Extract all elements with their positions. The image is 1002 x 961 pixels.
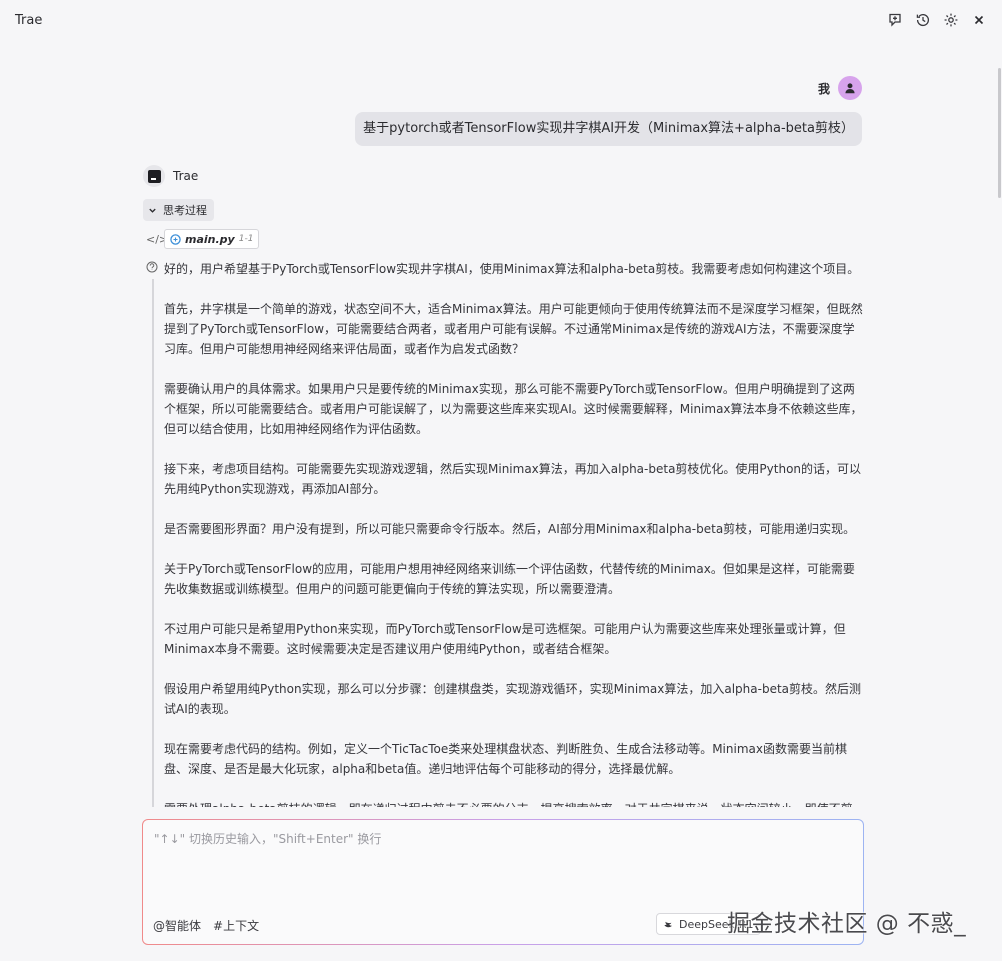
reasoning-text: 好的，用户希望基于PyTorch或TensorFlow实现井字棋AI，使用Min… <box>164 259 864 807</box>
reasoning-paragraph: 好的，用户希望基于PyTorch或TensorFlow实现井字棋AI，使用Min… <box>164 262 860 276</box>
close-icon[interactable] <box>970 11 988 29</box>
assistant-name: Trae <box>173 169 199 183</box>
file-reference-row: </> main.py 1-1 <box>146 229 260 249</box>
user-message-header: 我 <box>818 76 862 100</box>
chat-scrollbar[interactable] <box>996 42 1002 802</box>
app-title: Trae <box>15 13 43 28</box>
add-chat-icon[interactable] <box>886 11 904 29</box>
composer-actions: @智能体 #上下文 <box>153 917 259 934</box>
deepseek-icon <box>664 921 673 927</box>
user-message-bubble: 基于pytorch或者TensorFlow实现井字棋AI开发（Minimax算法… <box>355 112 862 146</box>
assistant-header: Trae <box>143 165 198 187</box>
chat-input[interactable] <box>152 828 856 902</box>
settings-icon[interactable] <box>942 11 960 29</box>
title-bar: Trae <box>0 0 1002 42</box>
assistant-avatar <box>143 165 165 187</box>
user-name: 我 <box>817 81 830 96</box>
reasoning-paragraph: 接下来，考虑项目结构。可能需要先实现游戏逻辑，然后实现Minimax算法，再加入… <box>164 462 862 496</box>
file-name: main.py <box>185 232 235 246</box>
user-icon <box>845 83 855 94</box>
user-avatar <box>838 76 862 100</box>
thinking-label: 思考过程 <box>163 204 207 217</box>
watermark: 掘金技术社区 @ 不惑_ <box>727 911 967 937</box>
file-line-range: 1-1 <box>238 234 254 244</box>
reasoning-paragraph: 是否需要图形界面？用户没有提到，所以可能只需要命令行版本。然后，AI部分用Min… <box>164 522 856 536</box>
reasoning-paragraph: 需要处理alpha-beta剪枝的逻辑，即在递归过程中剪去不必要的分支，提高搜索… <box>164 799 864 807</box>
title-bar-actions <box>886 11 988 29</box>
context-button[interactable]: #上下文 <box>213 917 259 934</box>
reasoning-paragraph: 关于PyTorch或TensorFlow的应用，可能用户想用神经网络来训练一个评… <box>164 562 855 596</box>
scrollbar-thumb[interactable] <box>998 68 1001 198</box>
thinking-icon <box>146 261 158 273</box>
thinking-toggle-button[interactable]: 思考过程 <box>143 199 214 221</box>
python-file-icon <box>170 233 181 245</box>
reasoning-divider <box>152 279 154 807</box>
reasoning-paragraph: 现在需要考虑代码的结构。例如，定义一个TicTacToe类来处理棋盘状态、判断胜… <box>164 742 847 776</box>
reasoning-paragraph: 需要确认用户的具体需求。如果用户只是要传统的Minimax实现，那么可能不需要P… <box>164 382 863 436</box>
agent-button[interactable]: @智能体 <box>153 917 201 934</box>
reasoning-paragraph: 假设用户希望用纯Python实现，那么可以分步骤：创建棋盘类，实现游戏循环，实现… <box>164 682 862 716</box>
code-icon: </> <box>146 232 169 246</box>
file-chip-main-py[interactable]: main.py 1-1 <box>164 229 260 249</box>
history-icon[interactable] <box>914 11 932 29</box>
reasoning-paragraph: 首先，井字棋是一个简单的游戏，状态空间不大，适合Minimax算法。用户可能更倾… <box>164 302 863 356</box>
reasoning-paragraph: 不过用户可能只是希望用Python来实现，而PyTorch或TensorFlow… <box>164 622 846 656</box>
reasoning-block: 好的，用户希望基于PyTorch或TensorFlow实现井字棋AI，使用Min… <box>146 259 866 807</box>
chevron-down-icon <box>149 208 156 213</box>
trae-logo-icon <box>147 169 161 183</box>
